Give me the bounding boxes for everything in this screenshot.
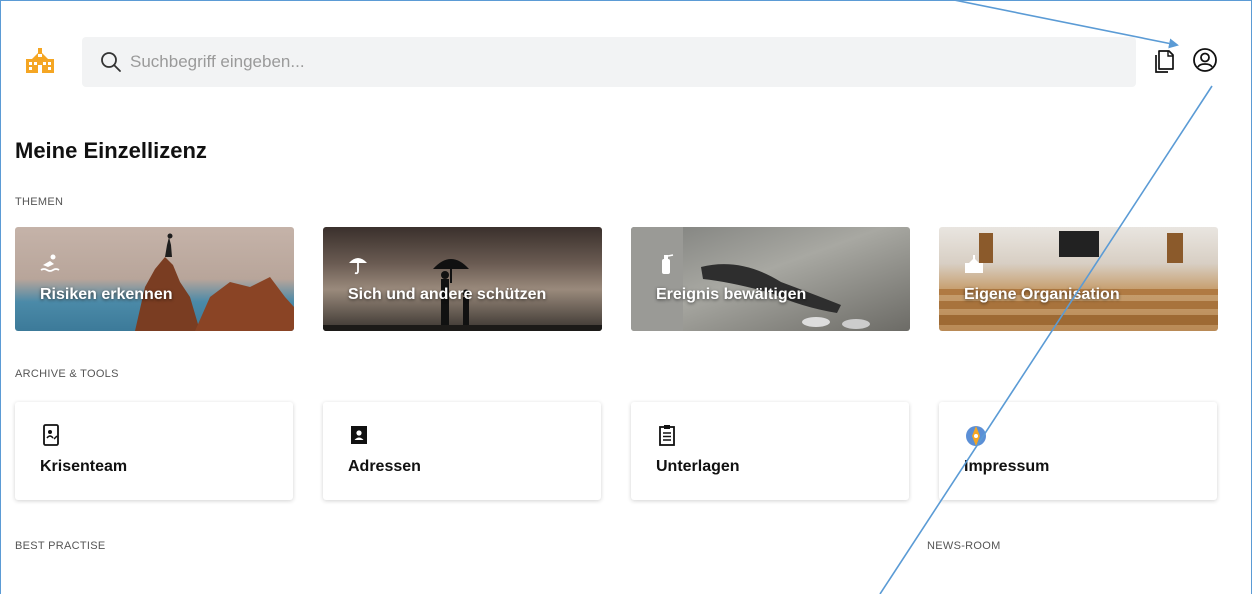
theme-label: Ereignis bewältigen [656, 286, 807, 303]
search-input[interactable] [130, 52, 1030, 72]
person-lying-image [631, 227, 870, 331]
school-building-icon [964, 253, 984, 275]
tool-label: Krisenteam [40, 458, 128, 475]
umbrella-silhouette-image [323, 259, 602, 331]
clipboard-list-icon [656, 424, 678, 446]
tool-label: Unterlagen [656, 458, 740, 475]
compass-icon [964, 424, 986, 446]
search-bar[interactable] [82, 37, 1136, 87]
theme-card-ereignis[interactable]: Ereignis bewältigen [631, 227, 910, 331]
rock-landscape-image [135, 233, 294, 331]
tool-label: Impressum [964, 458, 1050, 475]
app-header [14, 36, 1240, 88]
documents-button[interactable] [1149, 48, 1177, 76]
phone-contact-icon [40, 424, 62, 446]
address-book-icon [348, 424, 370, 446]
user-account-button[interactable] [1191, 47, 1219, 78]
school-logo-icon[interactable] [24, 47, 56, 75]
tool-card-unterlagen[interactable]: Unterlagen [631, 402, 909, 500]
page-title: Meine Einzellizenz [15, 138, 207, 163]
theme-label: Eigene Organisation [964, 286, 1120, 303]
theme-card-organisation[interactable]: Eigene Organisation [939, 227, 1218, 331]
section-label-themen: THEMEN [15, 196, 64, 208]
theme-label: Sich und andere schützen [348, 286, 547, 303]
fire-extinguisher-icon [656, 253, 676, 275]
section-label-news-room: NEWS-ROOM [927, 540, 1001, 552]
tool-card-impressum[interactable]: Impressum [939, 402, 1217, 500]
copy-documents-icon [1152, 47, 1174, 78]
search-icon [100, 51, 122, 73]
swimmer-icon [40, 253, 60, 275]
theme-label: Risiken erkennen [40, 286, 173, 303]
tool-card-adressen[interactable]: Adressen [323, 402, 601, 500]
section-label-archive-tools: ARCHIVE & TOOLS [15, 368, 119, 380]
user-account-icon [1192, 47, 1218, 78]
auditorium-image [939, 231, 1218, 325]
theme-card-risiken[interactable]: Risiken erkennen [15, 227, 294, 331]
tool-label: Adressen [348, 458, 421, 475]
section-label-best-practise: BEST PRACTISE [15, 540, 106, 552]
umbrella-icon [348, 253, 368, 275]
theme-card-schuetzen[interactable]: Sich und andere schützen [323, 227, 602, 331]
tool-card-krisenteam[interactable]: Krisenteam [15, 402, 293, 500]
